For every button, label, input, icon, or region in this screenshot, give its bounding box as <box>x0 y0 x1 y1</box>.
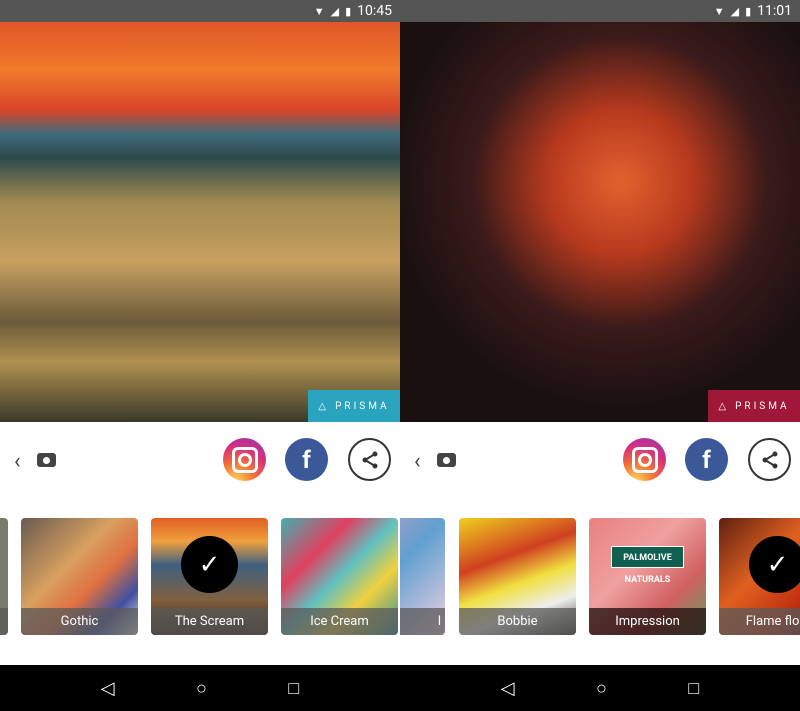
filter-thumb-the-scream[interactable]: ✓ The Scream <box>151 518 268 635</box>
back-nav-icon[interactable]: ◁ <box>101 678 115 699</box>
filter-thumb-flame-flow[interactable]: ✓Flame flow <box>719 518 800 635</box>
status-time: 10:45 <box>357 3 392 19</box>
status-bar: ▼ ◢ ▮ 11:01 <box>400 0 800 22</box>
filter-thumb-bobbie[interactable]: Bobbie <box>459 518 576 635</box>
battery-icon: ▮ <box>345 4 352 18</box>
home-nav-icon[interactable]: ○ <box>596 678 607 699</box>
selected-check-icon: ✓ <box>749 536 800 593</box>
recents-nav-icon[interactable]: □ <box>288 678 299 699</box>
nav-bar: ◁ ○ □ <box>400 665 800 711</box>
instagram-button[interactable] <box>223 438 266 481</box>
filter-thumb-ice-cream[interactable]: Ice Cream <box>281 518 398 635</box>
status-time: 11:01 <box>757 3 792 19</box>
share-icon <box>362 451 377 468</box>
nav-bar: ◁ ○ □ <box>0 665 400 711</box>
recents-nav-icon[interactable]: □ <box>688 678 699 699</box>
share-icon <box>762 451 777 468</box>
action-bar: ‹ f <box>400 437 800 483</box>
signal-icon: ◢ <box>730 4 740 18</box>
stylized-photo: △ PRISMA <box>0 22 400 422</box>
filter-thumb[interactable]: l <box>400 518 445 635</box>
status-bar: ▼ ◢ ▮ 10:45 <box>0 0 400 22</box>
battery-icon: ▮ <box>745 4 752 18</box>
facebook-button[interactable]: f <box>685 438 728 481</box>
instagram-button[interactable] <box>623 438 666 481</box>
signal-icon: ◢ <box>330 4 340 18</box>
home-nav-icon[interactable]: ○ <box>196 678 207 699</box>
left-screen: ▼ ◢ ▮ 10:45 △ PRISMA ‹ f Gothic ✓ The Scre… <box>0 0 400 711</box>
selected-check-icon: ✓ <box>181 536 238 593</box>
prisma-badge: △ PRISMA <box>708 390 800 422</box>
back-icon[interactable]: ‹ <box>14 449 21 474</box>
right-screen: ▼ ◢ ▮ 11:01 △ PRISMA ‹ f l Bobbie PALMOLI… <box>400 0 800 711</box>
back-icon[interactable]: ‹ <box>414 449 421 474</box>
camera-icon[interactable] <box>437 453 456 467</box>
filter-thumb[interactable] <box>0 518 8 635</box>
back-nav-icon[interactable]: ◁ <box>501 678 515 699</box>
stylized-photo: △ PRISMA <box>400 22 800 422</box>
triangle-icon: △ <box>318 400 330 412</box>
facebook-button[interactable]: f <box>285 438 328 481</box>
prisma-badge: △ PRISMA <box>308 390 400 422</box>
palmolive-logo: PALMOLIVE NATURALS <box>611 546 684 585</box>
action-bar: ‹ f <box>0 437 400 483</box>
filter-thumb-impression[interactable]: PALMOLIVE NATURALS Impression <box>589 518 706 635</box>
filter-thumb-gothic[interactable]: Gothic <box>21 518 138 635</box>
camera-icon[interactable] <box>37 453 56 467</box>
share-button[interactable] <box>748 438 791 481</box>
wifi-icon: ▼ <box>313 4 325 18</box>
share-button[interactable] <box>348 438 391 481</box>
wifi-icon: ▼ <box>713 4 725 18</box>
triangle-icon: △ <box>718 400 730 412</box>
